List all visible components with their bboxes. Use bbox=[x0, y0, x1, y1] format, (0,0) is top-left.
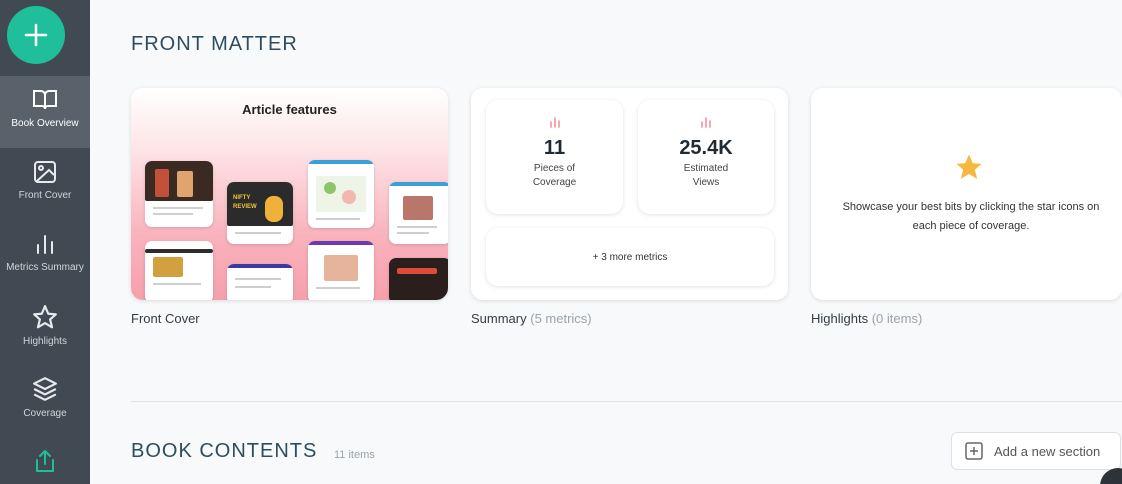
sidebar-item-label: Front Cover bbox=[18, 190, 72, 201]
chat-widget-button[interactable] bbox=[1100, 468, 1122, 484]
article-thumbnail bbox=[389, 258, 448, 300]
plus-icon bbox=[24, 23, 48, 47]
article-thumbnail bbox=[308, 241, 374, 300]
bar-chart-icon bbox=[37, 235, 53, 254]
summary-card[interactable]: 11 Pieces of Coverage 25.4K Estimated Vi… bbox=[471, 88, 788, 300]
metric-value: 11 bbox=[543, 137, 566, 159]
add-section-button[interactable]: Add a new section bbox=[951, 432, 1121, 470]
highlights-label-note: (0 items) bbox=[871, 311, 923, 326]
metric-label-line: Pieces of bbox=[533, 163, 576, 174]
sidebar-item-label: Metrics Summary bbox=[6, 262, 84, 273]
cover-heading: Article features bbox=[242, 102, 337, 117]
star-icon bbox=[956, 154, 982, 179]
sidebar-item-highlights[interactable]: Highlights bbox=[0, 292, 90, 364]
add-button[interactable] bbox=[7, 6, 65, 64]
article-thumbnail bbox=[389, 182, 448, 244]
sidebar-item-front-cover[interactable]: Front Cover bbox=[0, 148, 90, 220]
book-contents-count: 11 items bbox=[334, 449, 375, 461]
highlights-card[interactable]: Showcase your best bits by clicking the … bbox=[811, 88, 1122, 300]
front-cover-label-text: Front Cover bbox=[131, 311, 200, 326]
metric-estimated-views: 25.4K Estimated Views bbox=[638, 100, 774, 214]
metric-value: 25.4K bbox=[679, 137, 733, 159]
sidebar-item-metrics-summary[interactable]: Metrics Summary bbox=[0, 220, 90, 292]
summary-label-note: (5 metrics) bbox=[530, 311, 592, 326]
front-matter-title: FRONT MATTER bbox=[131, 33, 298, 55]
summary-label-text: Summary bbox=[471, 311, 527, 326]
bar-chart-icon bbox=[549, 117, 560, 128]
main-content: FRONT MATTER Article features NIFTY REVI… bbox=[90, 0, 1122, 484]
sidebar-item-label: Highlights bbox=[23, 336, 67, 347]
metric-label: Estimated Views bbox=[638, 162, 774, 190]
highlights-label-text: Highlights bbox=[811, 311, 869, 326]
article-thumbnail: NIFTY REVIEW bbox=[227, 182, 293, 244]
book-contents-title: BOOK CONTENTS bbox=[131, 440, 318, 462]
sidebar-item-coverage[interactable]: Coverage bbox=[0, 364, 90, 436]
front-cover-card[interactable]: Article features NIFTY REVIEW bbox=[131, 88, 448, 300]
summary-label: Summary (5 metrics) bbox=[471, 311, 592, 326]
bar-chart-icon bbox=[701, 117, 711, 128]
highlights-label: Highlights (0 items) bbox=[811, 311, 922, 326]
front-cover-label: Front Cover bbox=[131, 311, 200, 326]
sidebar-item-book-overview[interactable]: Book Overview bbox=[0, 76, 90, 148]
article-thumbnail bbox=[145, 161, 213, 227]
metric-label-line: Estimated bbox=[683, 163, 729, 174]
sidebar-item-label: Book Overview bbox=[11, 118, 79, 129]
highlights-empty-text: Showcase your best bits by clicking the … bbox=[842, 201, 1100, 232]
more-metrics-button[interactable]: + 3 more metrics bbox=[486, 228, 774, 286]
metric-label: Pieces of Coverage bbox=[486, 162, 623, 190]
add-section-label: Add a new section bbox=[994, 443, 1101, 459]
sidebar-item-share[interactable] bbox=[0, 436, 90, 484]
sidebar: Book Overview Front Cover Metrics Summar… bbox=[0, 0, 90, 484]
article-thumbnail bbox=[227, 264, 293, 300]
book-open-icon bbox=[33, 90, 57, 110]
section-divider bbox=[131, 401, 1122, 402]
share-upload-icon bbox=[36, 450, 54, 472]
layers-icon bbox=[33, 377, 57, 401]
article-thumbnail bbox=[145, 241, 213, 300]
metric-label-line: Views bbox=[692, 177, 720, 188]
article-thumbnail bbox=[308, 160, 374, 228]
star-icon bbox=[33, 305, 57, 329]
metric-pieces-of-coverage: 11 Pieces of Coverage bbox=[486, 100, 623, 214]
plus-square-icon bbox=[965, 442, 983, 460]
image-icon bbox=[34, 161, 56, 183]
metric-label-line: Coverage bbox=[532, 177, 577, 188]
sidebar-item-label: Coverage bbox=[23, 408, 67, 419]
thumbnail-label: NIFTY REVIEW bbox=[233, 195, 257, 210]
